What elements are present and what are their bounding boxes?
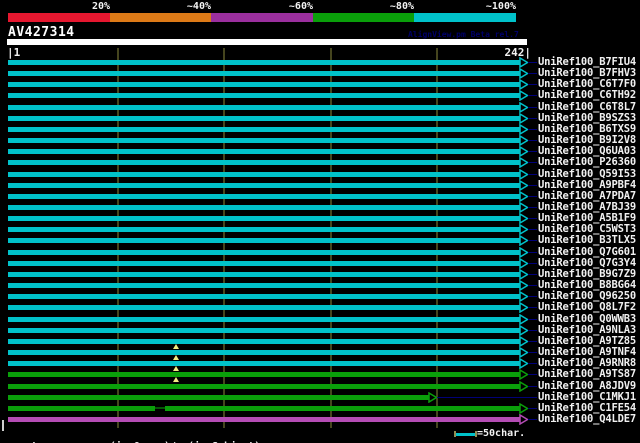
hit-connector: [528, 341, 537, 342]
hit-bar[interactable]: [8, 172, 520, 177]
hit-bar[interactable]: [8, 194, 520, 199]
hit-label[interactable]: UniRef100_B3TLX5: [538, 235, 636, 246]
identity-scale-label: ~80%: [389, 1, 414, 12]
hit-connector: [528, 162, 537, 163]
query-id: AV427314: [8, 25, 75, 40]
hit-connector: [528, 118, 537, 119]
hit-connector: [528, 73, 537, 74]
hit-connector: [528, 386, 537, 387]
hit-connector: [528, 252, 537, 253]
hit-bar[interactable]: [8, 406, 155, 411]
hit-bar[interactable]: [8, 328, 520, 333]
identity-scale-segment: [110, 13, 211, 22]
hit-connector: [528, 240, 537, 241]
hit-bar[interactable]: [8, 395, 429, 400]
hit-bar[interactable]: [8, 384, 520, 389]
identity-scale-label: 20%: [91, 1, 110, 12]
hit-bar[interactable]: [8, 216, 520, 221]
hit-connector: [528, 408, 537, 409]
hit-bar[interactable]: [8, 138, 520, 143]
query-gap-marker: [173, 377, 179, 382]
hit-connector: [528, 319, 537, 320]
query-gap-marker: [173, 366, 179, 371]
hit-bar[interactable]: [8, 116, 520, 121]
hit-connector: [528, 274, 537, 275]
hit-label[interactable]: UniRef100_A9TS87: [538, 369, 636, 380]
hit-bar[interactable]: [8, 238, 520, 243]
query-gap-marker: [173, 344, 179, 349]
hit-bar[interactable]: [8, 71, 520, 76]
identity-scale-label: ~40%: [186, 1, 211, 12]
hit-bar[interactable]: [8, 127, 520, 132]
hit-bar[interactable]: [8, 317, 520, 322]
hit-connector: [528, 196, 537, 197]
hit-bar[interactable]: [8, 361, 520, 366]
hit-bar[interactable]: [8, 205, 520, 210]
ruler-start-label: |1: [7, 46, 21, 59]
hit-connector: [528, 352, 537, 353]
hit-bar[interactable]: [165, 406, 520, 411]
hit-connector: [528, 140, 537, 141]
hit-label[interactable]: UniRef100_P26360: [538, 157, 636, 168]
scale-legend-bar: [456, 433, 475, 436]
hit-connector: [528, 129, 537, 130]
identity-scale-segment: [211, 13, 313, 22]
hit-connector: [528, 363, 537, 364]
hit-connector: [528, 229, 537, 230]
hit-bar[interactable]: [8, 105, 520, 110]
scale-legend-text: =50char.: [477, 428, 526, 439]
hit-bar[interactable]: [8, 261, 520, 266]
hit-bar[interactable]: [8, 60, 520, 65]
hit-label[interactable]: UniRef100_Q8L7F2: [538, 302, 636, 313]
hit-bar[interactable]: [8, 350, 520, 355]
hit-connector: [528, 185, 537, 186]
identity-scale-label: ~60%: [288, 1, 313, 12]
hit-connector: [528, 285, 537, 286]
hit-label[interactable]: UniRef100_Q4LDE7: [538, 414, 636, 425]
hit-bar[interactable]: [8, 250, 520, 255]
tool-watermark: AlignView.pm Beta rel.7: [408, 30, 519, 39]
hit-connector: [528, 107, 537, 108]
hit-connector: [437, 397, 537, 398]
hit-bar[interactable]: [8, 283, 520, 288]
hit-connector: [528, 330, 537, 331]
hit-label[interactable]: UniRef100_C6TH92: [538, 90, 636, 101]
hit-connector: [528, 207, 537, 208]
hit-bar[interactable]: [8, 82, 520, 87]
alignview-graphic: 20% ~40% ~60% ~80% ~100% AV427314 AlignView.…: [0, 0, 640, 443]
hit-connector: [528, 151, 537, 152]
hit-bar[interactable]: [8, 160, 520, 165]
hit-bar[interactable]: [8, 372, 520, 377]
hit-connector: [528, 307, 537, 308]
hit-connector: [528, 174, 537, 175]
hit-bar[interactable]: [8, 417, 520, 422]
hit-bar[interactable]: [8, 93, 520, 98]
hit-connector: [528, 296, 537, 297]
hit-connector: [528, 419, 537, 420]
hit-bar[interactable]: [8, 227, 520, 232]
identity-scale-segment: [414, 13, 516, 22]
gaps-legend: Large gaps: ▲(in Query)/- (in Subject): [8, 429, 260, 443]
identity-scale-segment: [313, 13, 414, 22]
identity-scale-segment: [8, 13, 110, 22]
query-bar: [7, 39, 527, 45]
identity-scale-label: ~100%: [485, 1, 516, 12]
hit-connector: [528, 62, 537, 63]
hit-bar[interactable]: [8, 294, 520, 299]
query-gap-marker: [173, 355, 179, 360]
bottom-ruler-tick: [2, 420, 4, 431]
hit-connector: [528, 84, 537, 85]
subject-gap-marker: [155, 407, 165, 409]
hit-bar[interactable]: [8, 305, 520, 310]
hit-connector: [528, 263, 537, 264]
hit-bar[interactable]: [8, 339, 520, 344]
hit-connector: [528, 218, 537, 219]
hit-connector: [528, 95, 537, 96]
hit-bar[interactable]: [8, 183, 520, 188]
hit-bar[interactable]: [8, 149, 520, 154]
hit-connector: [528, 374, 537, 375]
hit-bar[interactable]: [8, 272, 520, 277]
